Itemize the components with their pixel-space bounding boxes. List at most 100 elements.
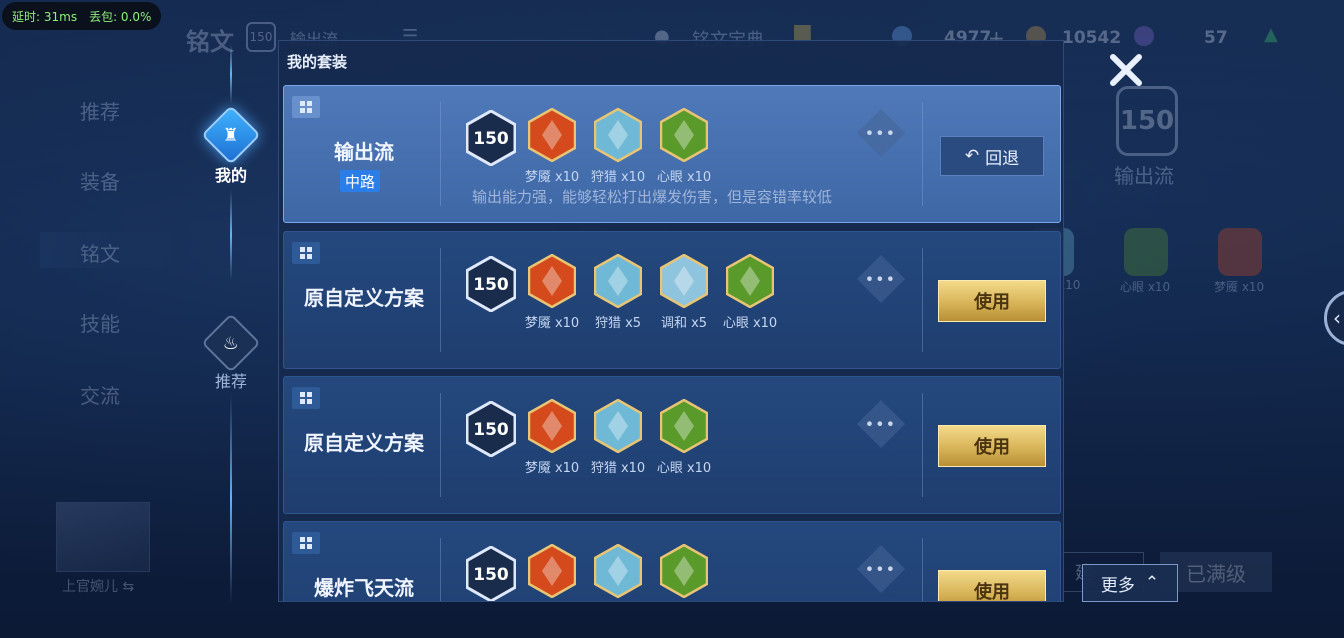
tab-recommend[interactable]: ♨ <box>201 313 261 373</box>
left-menu-item-skills: 技能 <box>80 312 120 336</box>
rune-icon[interactable] <box>660 544 708 598</box>
lane-badge: 中路 <box>340 170 380 192</box>
bg-rune-label: 心眼 x10 <box>1120 280 1171 294</box>
rune-label: 梦魇 x10 <box>524 461 580 476</box>
ellipsis-icon: ••• <box>865 123 897 143</box>
bg-rune-icon <box>1218 228 1262 276</box>
rune-icon[interactable] <box>594 108 642 162</box>
rune-icon[interactable] <box>528 108 576 162</box>
divider <box>922 538 923 601</box>
more-options-button[interactable]: ••• <box>856 108 906 158</box>
divider <box>922 102 923 206</box>
set-description: 输出能力强，能够轻松打出爆发伤害，但是容错率较低 <box>472 188 833 206</box>
more-button[interactable]: 更多 ⌃ <box>1082 564 1178 602</box>
level-hex-icon: 150 <box>466 401 516 457</box>
grid-icon <box>292 242 320 264</box>
use-button[interactable]: 使用 <box>938 570 1046 601</box>
tab-mine[interactable]: ♜ <box>201 105 261 165</box>
more-label: 更多 <box>1100 575 1135 596</box>
bg-rune-icon <box>1124 228 1168 276</box>
bg-right-level: 150 <box>1116 86 1178 156</box>
rune-icon[interactable] <box>528 544 576 598</box>
use-button[interactable]: 使用 <box>938 280 1046 322</box>
divider <box>922 248 923 352</box>
rune-label: 狩猎 x5 <box>594 316 642 331</box>
level-value: 150 <box>473 275 509 295</box>
rune-label: 心眼 x10 <box>656 170 712 185</box>
use-button[interactable]: 使用 <box>938 425 1046 467</box>
level-hex-icon: 150 <box>466 110 516 166</box>
bg-right-plan: 输出流 <box>1114 164 1174 188</box>
rune-label: 狩猎 x10 <box>590 170 646 185</box>
set-card[interactable]: 原自定义方案 150 梦魇 x10 狩猎 x5 调和 x5 心眼 x10 ••• 使… <box>283 231 1061 369</box>
more-options-button[interactable]: ••• <box>856 399 906 449</box>
rune-icon[interactable] <box>528 254 576 308</box>
level-value: 150 <box>473 129 509 149</box>
rune-icon[interactable] <box>594 544 642 598</box>
diamond-icon <box>1134 26 1154 46</box>
rune-label: 心眼 x10 <box>722 316 778 331</box>
coin-count: 10542 <box>1062 28 1122 48</box>
close-icon[interactable] <box>1106 50 1146 90</box>
more-options-button[interactable]: ••• <box>856 254 906 304</box>
rune-icon[interactable] <box>660 254 708 308</box>
chevron-left-icon: ‹ <box>1333 306 1341 330</box>
packet-loss-label: 丢包: 0.0% <box>89 9 152 24</box>
set-name: 原自定义方案 <box>304 286 424 310</box>
rune-label: 梦魇 x10 <box>524 170 580 185</box>
rune-icon[interactable] <box>528 399 576 453</box>
rune-label: 心眼 x10 <box>656 461 712 476</box>
revert-label: 回退 <box>985 148 1020 169</box>
grid-icon <box>292 532 320 554</box>
ellipsis-icon: ••• <box>865 269 897 289</box>
set-card[interactable]: 输出流 中路 150 梦魇 x10 狩猎 x10 心眼 x10 输出能力强，能够轻松… <box>283 85 1061 223</box>
grid-icon <box>292 96 320 118</box>
set-card[interactable]: 爆炸飞天流 150 梦魇 x10 狩猎 x10 心眼 x10•••使用 <box>283 521 1061 601</box>
rune-icon[interactable] <box>594 399 642 453</box>
latency-label: 延时: 31ms <box>12 9 78 24</box>
rune-icon[interactable] <box>660 108 708 162</box>
rune-icon[interactable] <box>726 254 774 308</box>
strip-line <box>230 190 232 280</box>
ellipsis-icon: ••• <box>865 414 897 434</box>
rune-icon[interactable] <box>660 399 708 453</box>
undo-icon: ↶ <box>964 146 980 166</box>
left-menu-item-recommend: 推荐 <box>80 100 120 124</box>
set-card[interactable]: 原自定义方案 150 梦魇 x10 狩猎 x10 心眼 x10 ••• 使用 <box>283 376 1061 514</box>
panel-title: 我的套装 <box>287 53 348 71</box>
divider <box>922 393 923 497</box>
tab-mine-label[interactable]: 我的 <box>200 162 262 186</box>
divider <box>440 102 441 206</box>
armor-icon: ♜ <box>222 124 240 146</box>
rune-label: 调和 x5 <box>660 316 708 331</box>
diamond-count: 57 <box>1204 28 1228 48</box>
avatar-name: 上官婉儿 ⇆ <box>62 579 135 595</box>
vertical-tab-strip: ♜ 我的 ♨ 推荐 <box>200 40 264 604</box>
ellipsis-icon: ••• <box>865 559 897 579</box>
divider <box>440 393 441 497</box>
divider <box>440 538 441 601</box>
latency-overlay: 延时: 31ms 丢包: 0.0% <box>2 2 162 30</box>
set-name: 爆炸飞天流 <box>314 576 414 600</box>
bg-rune-label: 梦魇 x10 <box>1214 280 1265 294</box>
left-menu-item-equipment: 装备 <box>80 170 120 194</box>
rune-label: 狩猎 x10 <box>590 461 646 476</box>
level-hex-icon: 150 <box>466 546 516 601</box>
my-sets-panel: 我的套装 输出流 中路 150 梦魇 x10 狩猎 x10 心眼 x10 输出能力强… <box>278 40 1064 602</box>
grid-icon <box>292 387 320 409</box>
strip-line <box>230 44 232 104</box>
level-hex-icon: 150 <box>466 256 516 312</box>
avatar <box>56 502 150 572</box>
wifi-icon: ▲ <box>1264 24 1278 45</box>
divider <box>440 248 441 352</box>
level-value: 150 <box>473 565 509 585</box>
strip-line <box>230 394 232 604</box>
rune-icon[interactable] <box>594 254 642 308</box>
left-menu-item-inscription: 铭文 <box>80 242 120 266</box>
left-menu-item-community: 交流 <box>80 384 120 408</box>
revert-button[interactable]: ↶ 回退 <box>940 136 1044 176</box>
tab-recommend-label[interactable]: 推荐 <box>200 368 262 392</box>
more-options-button[interactable]: ••• <box>856 544 906 594</box>
level-value: 150 <box>473 420 509 440</box>
chevron-up-icon: ⌃ <box>1144 573 1160 593</box>
